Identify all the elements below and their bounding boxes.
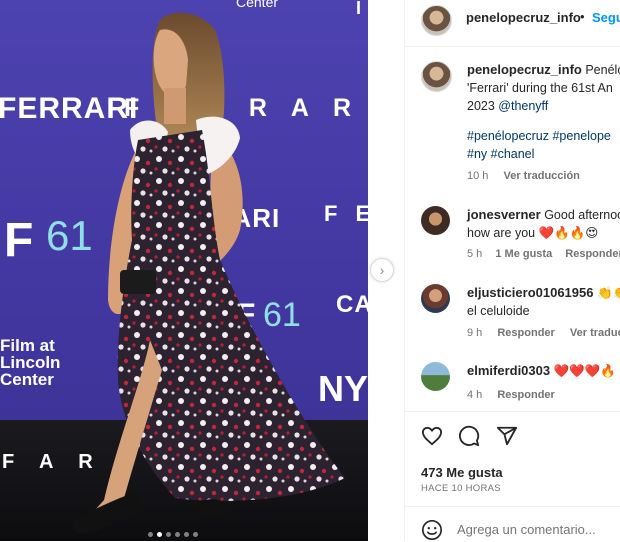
reply-link[interactable]: Responder <box>497 327 554 339</box>
comment: eljusticiero01061956 👏👏 el celuloide <box>467 284 620 320</box>
comment-username[interactable]: jonesverner <box>467 207 541 222</box>
carousel-dot <box>166 532 171 537</box>
woman-figure-illustration <box>72 12 345 534</box>
caption-line: 'Ferrari' during the 61st An <box>467 81 613 95</box>
comment-meta: 4 h Responder <box>467 389 555 401</box>
posted-time: HACE 10 HORAS <box>421 483 501 494</box>
comment-meta: 9 h Responder Ver traducci <box>467 327 620 339</box>
comment-time: 4 h <box>467 389 483 401</box>
commenter-avatar[interactable] <box>421 362 450 391</box>
comment: elmiferdi0303 ❤️❤️❤️🔥 <box>467 362 620 380</box>
comment-text: how are you <box>467 226 536 240</box>
post-photo[interactable]: FERRARI F E R R A R I F 61 PARI F E F 61… <box>0 0 368 541</box>
comment-emoji: ❤️🔥🔥😍 <box>538 226 599 240</box>
carousel-dot <box>193 532 198 537</box>
comment-likes[interactable]: 1 Me gusta <box>495 248 552 260</box>
comment-emoji: 👏👏 <box>596 286 620 300</box>
comment-username[interactable]: elmiferdi0303 <box>467 363 550 378</box>
see-translation-link[interactable]: Ver traducción <box>503 170 579 182</box>
reply-link[interactable]: Responder <box>497 389 554 401</box>
see-translation-link[interactable]: Ver traducci <box>570 327 620 339</box>
caption-line: 2023 @thenyff <box>467 97 620 115</box>
caption: penelopecruz_info Penélo 'Ferrari' durin… <box>467 61 620 163</box>
carousel-dot <box>148 532 153 537</box>
emoji-icon[interactable] <box>421 519 443 541</box>
comment-line: eljusticiero01061956 👏👏 <box>467 284 620 302</box>
share-icon[interactable] <box>496 425 518 447</box>
commenter-avatar[interactable] <box>421 206 450 235</box>
comment-emoji: ❤️❤️❤️🔥 <box>553 364 616 378</box>
comment-box-divider <box>405 506 620 507</box>
separator-dot: • <box>580 9 585 24</box>
carousel-indicator <box>148 532 198 537</box>
post-actions: 473 Me gusta HACE 10 HORAS <box>405 411 620 542</box>
commenter-avatar[interactable] <box>421 284 450 313</box>
hashtags[interactable]: #ny #chanel <box>467 145 620 163</box>
caption-text: 2023 <box>467 99 499 113</box>
comment-line: jonesverner Good afternoo <box>467 206 620 224</box>
comment-line: how are you ❤️🔥🔥😍 <box>467 224 620 242</box>
comment-input[interactable] <box>457 522 615 537</box>
mention-link[interactable]: @thenyff <box>498 99 548 113</box>
caption-time: 10 h <box>467 170 489 182</box>
caption-author-avatar[interactable] <box>421 61 452 92</box>
caption-line: penelopecruz_info Penélo <box>467 61 620 79</box>
reply-link[interactable]: Responder <box>565 248 620 260</box>
post-side-panel: penelopecruz_info • Segu penelopecruz_in… <box>404 0 620 541</box>
carousel-dot-active <box>157 532 162 537</box>
heart-icon[interactable] <box>421 426 443 446</box>
caption-meta: 10 h Ver traducción <box>467 170 580 182</box>
hashtags[interactable]: #penélopecruz #penelope <box>467 127 620 145</box>
comment-time: 9 h <box>467 327 483 339</box>
comment-meta: 5 h 1 Me gusta Responder <box>467 248 620 260</box>
chevron-right-icon: › <box>379 262 385 278</box>
follow-button[interactable]: Segu <box>592 10 620 25</box>
comment-icon[interactable] <box>458 425 480 447</box>
author-username[interactable]: penelopecruz_info <box>466 10 581 25</box>
post-header: penelopecruz_info • Segu <box>405 0 620 47</box>
comment-username[interactable]: eljusticiero01061956 <box>467 285 593 300</box>
comment-text: Good afternoo <box>544 208 620 222</box>
comment-text: el celuloide <box>467 304 530 318</box>
likes-count[interactable]: 473 Me gusta <box>421 465 503 480</box>
comment: jonesverner Good afternoo how are you ❤️… <box>467 206 620 242</box>
carousel-next-button[interactable]: › <box>370 258 394 282</box>
comment-time: 5 h <box>467 248 483 260</box>
carousel-dot <box>184 532 189 537</box>
carousel-dot <box>175 532 180 537</box>
author-avatar[interactable] <box>421 5 452 36</box>
caption-username[interactable]: penelopecruz_info <box>467 62 582 77</box>
caption-text: Penélo <box>585 63 620 77</box>
